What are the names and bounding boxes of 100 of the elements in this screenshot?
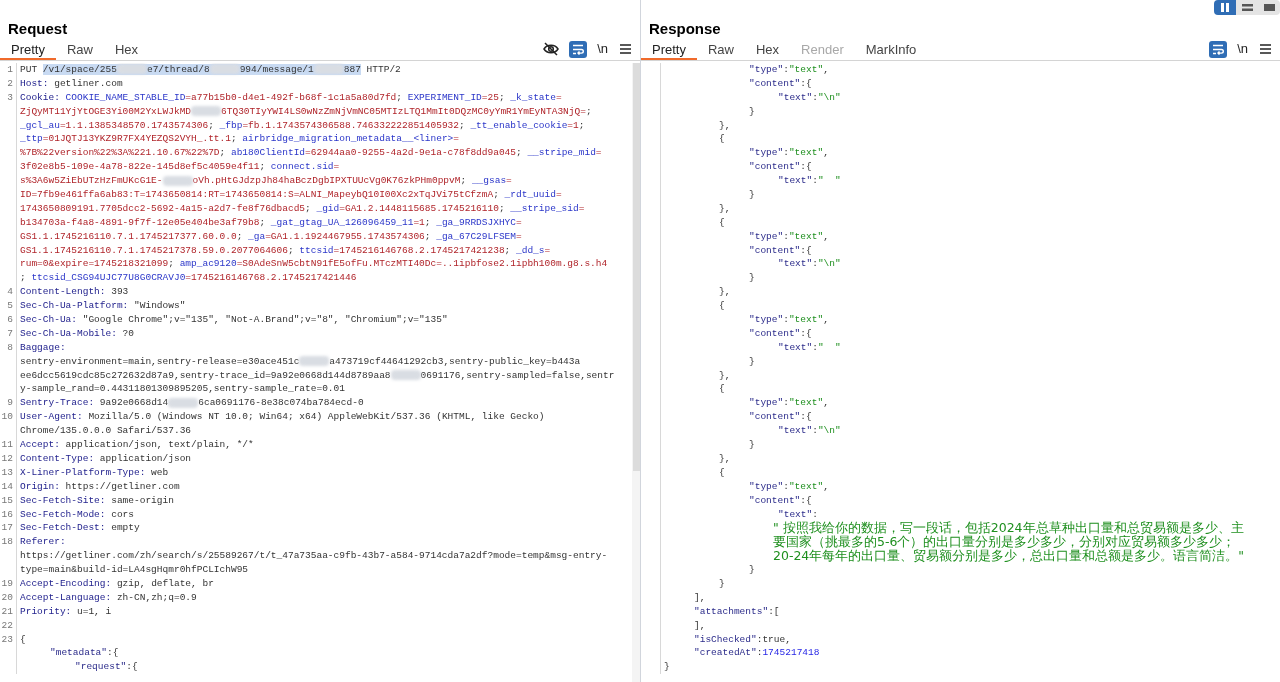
code-text: Mozilla/5.0 (Windows NT 10.0; Win64; x64) AppleWebKit/537.36 (KHTML, like Gecko): [87, 411, 545, 423]
code-text: :: [783, 397, 789, 409]
rows-layout-icon[interactable]: [1236, 0, 1258, 15]
cookie-name: _ga_67C29LFSEM: [436, 230, 517, 242]
json-key: "type": [749, 64, 784, 75]
cookie-value: 6TQ30TIyYWI4LS0wNzZmNjVmNC05MTIzLTQ1MmIt0DQzMC0yYmR1YmEyNTA3NjQ=: [221, 105, 586, 117]
string-value: " ": [817, 175, 841, 187]
header-name: Referer:: [20, 536, 66, 548]
code-text: {: [719, 300, 725, 312]
code-text: :: [783, 147, 789, 159]
code-text: }: [749, 105, 755, 117]
json-key: "content": [749, 411, 801, 423]
code-text: https://getliner.com/zh/search/s/25589267/t/t_47a735aa-c9fb-43b7-a584-9714cda7a2df?mode=temp&msg-entry-: [20, 550, 608, 562]
hide-icon[interactable]: [541, 40, 562, 58]
code-text: ;: [493, 189, 500, 200]
code-text: ,: [823, 147, 829, 159]
json-key: "text": [778, 341, 813, 353]
json-key: "text": [778, 91, 813, 103]
cookie-name: connect.sid: [270, 161, 334, 173]
line-number: 16: [1, 508, 13, 520]
code-text: },: [719, 286, 731, 298]
code-text: y-sample_rand=0.44311801309895205,sentry-sample_rate=0.01: [20, 383, 345, 395]
cookie-name: _gid: [316, 202, 340, 214]
code-text: ;: [20, 272, 27, 284]
menu-icon[interactable]: [618, 42, 632, 56]
code-text: :: [812, 425, 818, 437]
code-text: :{: [800, 327, 812, 339]
tab[interactable]: Hex: [104, 40, 150, 60]
newline-toggle[interactable]: \n: [595, 42, 610, 56]
cookie-value: =S0AdeSnW5cbtN91fE5ofFu.MTczMTI40Dc=..1ipbfose2.1ipbh100m.g8.s.h4: [236, 258, 608, 270]
code-text: ;: [287, 244, 295, 256]
code-text: ;: [259, 161, 267, 173]
cookie-name: _k_state: [510, 91, 556, 103]
tab[interactable]: Hex: [745, 40, 791, 60]
cookie-name: _rdt_uuid: [504, 189, 556, 200]
code-text: "Google Chrome";v="135", "Not-A.Brand";v="8", "Chromium";v="135": [81, 314, 448, 326]
line-number: 7: [7, 327, 13, 339]
tab[interactable]: Raw: [696, 40, 745, 60]
tab[interactable]: MarkInfo: [854, 40, 928, 60]
code-text: :: [812, 508, 818, 520]
single-layout-icon[interactable]: [1258, 0, 1280, 15]
panel-title: Request: [8, 20, 68, 39]
cookie-value: =1: [413, 216, 425, 228]
code-text: :: [783, 480, 789, 492]
columns-layout-icon[interactable]: [1214, 0, 1236, 15]
code-text: e7/thread/8: [146, 64, 210, 75]
line-number: 9: [7, 397, 13, 409]
newline-toggle[interactable]: \n: [1235, 42, 1250, 56]
blurred-text: [116, 64, 147, 75]
code-text: ;: [498, 202, 506, 214]
code-text: ;: [236, 230, 244, 242]
code-text: ee6dcc5619cdc85c272632d87a9,sentry-trace_id=9a92e0668d144d8789aa8: [20, 369, 391, 381]
header-name: Content-Length:: [20, 286, 106, 298]
code-text: :{: [800, 77, 812, 89]
line-number: 21: [1, 605, 13, 617]
code-text: :true,: [756, 633, 791, 645]
code-text: }: [719, 578, 725, 589]
line-number: 2: [7, 77, 13, 89]
code-text: ;: [459, 119, 466, 131]
json-key: "request": [75, 661, 127, 673]
code-text: ;: [504, 244, 512, 256]
cookie-value: =1: [567, 119, 579, 131]
string-value: "text": [788, 397, 824, 409]
cookie-name: __stripe_mid: [527, 147, 596, 159]
code-text: ;: [305, 202, 312, 214]
menu-icon[interactable]: [1258, 42, 1272, 56]
code-text: /v1/space/255: [42, 64, 117, 75]
cookie-value: GS1.1.1745216110.7.1.1745217378.59.0.2077064606: [20, 244, 288, 256]
tab[interactable]: Pretty: [0, 40, 56, 60]
cookie-value: =25: [481, 91, 499, 103]
header-name: Accept-Language:: [20, 591, 112, 603]
cookie-name: ab180ClientId: [230, 147, 306, 159]
line-number: 18: [1, 536, 13, 548]
code-text: }: [749, 564, 755, 576]
scrollbar-thumb[interactable]: [633, 63, 640, 471]
cookie-name: _dd_s: [516, 244, 545, 256]
tab[interactable]: Raw: [55, 40, 104, 60]
json-key: "type": [749, 147, 784, 159]
code-text: web: [150, 466, 169, 478]
code-text: ,: [823, 230, 829, 242]
word-wrap-icon[interactable]: [1209, 40, 1228, 58]
word-wrap-icon[interactable]: [569, 40, 588, 58]
header-name: User-Agent:: [20, 411, 83, 423]
header-name: Sec-Fetch-Dest:: [20, 522, 106, 534]
cookie-value: ZjQyMT11YjYtOGE3Yi00M2YxLWJkMD: [20, 105, 192, 117]
cookie-value: =: [516, 216, 522, 228]
header-name: Sec-Fetch-Mode:: [20, 508, 106, 520]
header-name: Sentry-Trace:: [20, 397, 95, 409]
tab[interactable]: Pretty: [641, 40, 697, 60]
line-number: 1: [7, 64, 13, 75]
cookie-value: rum=0&expire=1745218321099: [20, 258, 169, 270]
line-number: 15: [1, 494, 13, 506]
cookie-value: =1745216146768.2.1745217421238: [333, 244, 505, 256]
line-number: 8: [7, 341, 13, 353]
string-value: "text": [788, 64, 824, 75]
code-text: application/json: [98, 452, 192, 464]
code-text: :{: [800, 244, 812, 256]
line-number: 14: [1, 480, 13, 492]
cookie-name: ttcsid: [299, 244, 334, 256]
cookie-value: =: [555, 91, 562, 103]
